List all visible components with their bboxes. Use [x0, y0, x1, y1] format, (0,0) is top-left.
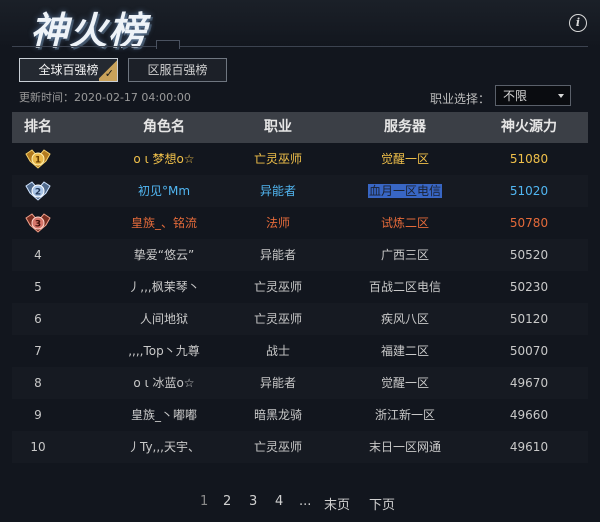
job-filter-value: 不限: [503, 89, 528, 103]
job-filter-select[interactable]: 不限: [495, 85, 571, 106]
server-cell: 觉醒一区: [380, 152, 429, 166]
page-2-link[interactable]: 2: [223, 494, 231, 509]
page-1-link[interactable]: 1: [200, 494, 208, 509]
tab-label: 区服百强榜: [147, 63, 208, 77]
table-body: 1 o ι 梦想o☆ 亡灵巫师 觉醒一区 51080 2 初见°Mm 异能者 血…: [12, 143, 588, 463]
rank-cell: 9: [34, 408, 42, 422]
table-row: 10 丿Ty,,,天宇、 亡灵巫师 末日一区网通 49610: [12, 431, 588, 463]
table-row: 1 o ι 梦想o☆ 亡灵巫师 觉醒一区 51080: [12, 143, 588, 175]
server-cell: 百战二区电信: [368, 280, 441, 294]
job-cell: 异能者: [259, 184, 296, 198]
job-cell: 亡灵巫师: [253, 312, 302, 326]
server-cell: 福建二区: [380, 344, 429, 358]
rank-cell: 10: [30, 440, 46, 454]
tab-label: 全球百强榜: [38, 63, 99, 77]
power-cell: 49610: [509, 440, 549, 454]
server-cell: 末日一区网通: [368, 440, 441, 454]
job-filter-label: 职业选择：: [430, 92, 491, 106]
table-row: 9 皇族_丶嘟嘟 暗黑龙骑 浙江新一区 49660: [12, 399, 588, 431]
header: 神火榜 i: [0, 0, 600, 53]
table-row: 2 初见°Mm 异能者 血月一区电信 51020: [12, 175, 588, 207]
chevron-down-icon: [558, 94, 564, 98]
server-cell: 浙江新一区: [374, 408, 435, 422]
table-row: 4 挚爱“悠云” 异能者 广西三区 50520: [12, 239, 588, 271]
tab-global-top100[interactable]: 全球百强榜 ✓: [19, 58, 118, 82]
table-row: 6 人间地狱 亡灵巫师 疾风八区 50120: [12, 303, 588, 335]
checkmark-icon: ✓: [99, 59, 117, 81]
rank-cell: 8: [34, 376, 42, 390]
header-job: 职业: [264, 119, 292, 135]
server-cell: 疾风八区: [380, 312, 429, 326]
job-cell: 战士: [265, 344, 290, 358]
update-time: 更新时间：2020-02-17 04:00:00: [19, 91, 191, 104]
table-header: 排名 角色名 职业 服务器 神火源力: [12, 112, 588, 143]
job-cell: 亡灵巫师: [253, 280, 302, 294]
job-cell: 暗黑龙骑: [253, 408, 302, 422]
table-row: 8 o ι 冰蓝o☆ 异能者 觉醒一区 49670: [12, 367, 588, 399]
power-cell: 50520: [509, 248, 549, 262]
bronze-medal-icon: 3: [25, 213, 51, 233]
info-icon[interactable]: i: [569, 14, 587, 32]
last-page-link[interactable]: 末页: [324, 494, 350, 513]
header-power: 神火源力: [501, 119, 557, 135]
page-3-link[interactable]: 3: [249, 494, 257, 509]
server-cell: 觉醒一区: [380, 376, 429, 390]
job-cell: 亡灵巫师: [253, 440, 302, 454]
table-row: 3 皇族_、铭流 法师 试炼二区 50780: [12, 207, 588, 239]
rank-cell: 4: [34, 248, 42, 262]
power-cell: 51080: [509, 152, 549, 166]
silver-medal-icon: 2: [25, 181, 51, 201]
frame-notch: [156, 40, 180, 49]
gold-medal-icon: 1: [25, 149, 51, 169]
svg-text:3: 3: [35, 220, 41, 230]
job-cell: 异能者: [259, 248, 296, 262]
table-row: 5 丿,,,枫茉琴丶 亡灵巫师 百战二区电信 50230: [12, 271, 588, 303]
power-cell: 49670: [509, 376, 549, 390]
rank-cell: 6: [34, 312, 42, 326]
power-cell: 51020: [509, 184, 549, 198]
power-cell: 50120: [509, 312, 549, 326]
job-cell: 异能者: [259, 376, 296, 390]
header-rank: 排名: [24, 119, 52, 135]
job-cell: 亡灵巫师: [253, 152, 302, 166]
next-page-link[interactable]: 下页: [369, 494, 395, 513]
svg-text:1: 1: [35, 156, 41, 166]
header-server: 服务器: [384, 119, 426, 135]
selected-text: 血月一区电信: [367, 184, 442, 198]
tab-server-top100[interactable]: 区服百强榜: [128, 58, 227, 82]
leaderboard-panel: 神火榜 i 全球百强榜 ✓ 区服百强榜 更新时间：2020-02-17 04:0…: [0, 0, 600, 522]
power-cell: 50070: [509, 344, 549, 358]
rank-cell: 7: [34, 344, 42, 358]
server-cell: 血月一区电信: [342, 175, 468, 207]
server-cell: 广西三区: [380, 248, 429, 262]
table-row: 7 ,,,,Top丶九尊 战士 福建二区 50070: [12, 335, 588, 367]
job-cell: 法师: [265, 216, 290, 230]
power-cell: 49660: [509, 408, 549, 422]
server-cell: 试炼二区: [380, 216, 429, 230]
rank-cell: 5: [34, 280, 42, 294]
power-cell: 50780: [509, 216, 549, 230]
pagination-ellipsis: ...: [299, 494, 312, 509]
power-cell: 50230: [509, 280, 549, 294]
page-4-link[interactable]: 4: [275, 494, 283, 509]
divider: [12, 46, 588, 47]
svg-text:2: 2: [35, 188, 41, 198]
